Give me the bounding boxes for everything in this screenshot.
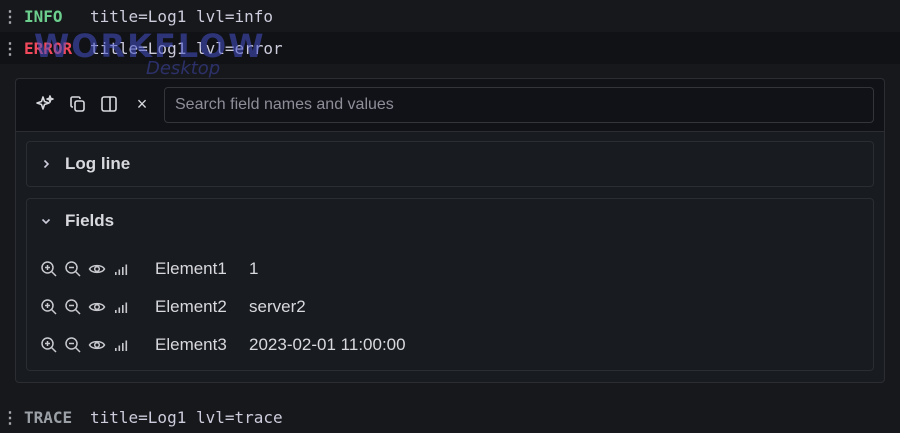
zoom-in-icon[interactable] bbox=[37, 259, 61, 279]
chevron-right-icon bbox=[41, 159, 53, 169]
chevron-down-icon bbox=[41, 216, 53, 226]
log-level: TRACE bbox=[24, 407, 73, 427]
log-level: ERROR bbox=[24, 38, 73, 58]
fields-section: Fields Element1 1 Element2 server2 Eleme… bbox=[26, 198, 874, 371]
stats-icon[interactable] bbox=[109, 335, 133, 355]
eye-icon[interactable] bbox=[85, 297, 109, 317]
row-menu-icon[interactable]: ⋮ bbox=[2, 7, 18, 26]
field-name: Element1 bbox=[155, 259, 227, 278]
row-menu-icon[interactable]: ⋮ bbox=[2, 408, 18, 427]
section-title: Log line bbox=[65, 154, 131, 173]
search-input[interactable] bbox=[164, 87, 874, 123]
zoom-out-icon[interactable] bbox=[61, 335, 85, 355]
log-row-info[interactable]: ⋮ INFO title=Log1 lvl=info bbox=[0, 0, 900, 32]
field-name: Element2 bbox=[155, 297, 227, 316]
field-value: server2 bbox=[249, 297, 306, 316]
log-details-panel: × Log line Fields bbox=[15, 78, 885, 383]
row-menu-icon[interactable]: ⋮ bbox=[2, 39, 18, 58]
field-value: 1 bbox=[249, 259, 259, 278]
field-row: Element1 1 bbox=[37, 254, 857, 284]
log-message: title=Log1 lvl=trace bbox=[90, 407, 283, 427]
log-message: title=Log1 lvl=info bbox=[90, 6, 274, 26]
section-title: Fields bbox=[65, 211, 115, 230]
field-row: Element3 2023-02-01 11:00:00 bbox=[37, 330, 857, 360]
log-row-trace[interactable]: ⋮ TRACE title=Log1 lvl=trace bbox=[0, 401, 900, 433]
sparkles-icon[interactable] bbox=[34, 93, 56, 115]
close-icon[interactable]: × bbox=[131, 93, 153, 115]
split-view-icon[interactable] bbox=[98, 93, 120, 115]
log-line-toggle[interactable]: Log line bbox=[27, 142, 873, 186]
log-row-error[interactable]: ⋮ ERROR title=Log1 lvl=error bbox=[0, 32, 900, 64]
zoom-in-icon[interactable] bbox=[37, 335, 61, 355]
log-level: INFO bbox=[24, 6, 63, 26]
stats-icon[interactable] bbox=[109, 297, 133, 317]
eye-icon[interactable] bbox=[85, 259, 109, 279]
zoom-out-icon[interactable] bbox=[61, 297, 85, 317]
zoom-in-icon[interactable] bbox=[37, 297, 61, 317]
log-line-section: Log line bbox=[26, 141, 874, 187]
field-value: 2023-02-01 11:00:00 bbox=[249, 335, 406, 354]
log-message: title=Log1 lvl=error bbox=[90, 38, 283, 58]
field-row: Element2 server2 bbox=[37, 292, 857, 322]
stats-icon[interactable] bbox=[109, 259, 133, 279]
fields-toggle[interactable]: Fields bbox=[27, 199, 873, 243]
zoom-out-icon[interactable] bbox=[61, 259, 85, 279]
copy-icon[interactable] bbox=[67, 93, 89, 115]
field-name: Element3 bbox=[155, 335, 227, 354]
eye-icon[interactable] bbox=[85, 335, 109, 355]
details-toolbar: × bbox=[16, 79, 884, 132]
